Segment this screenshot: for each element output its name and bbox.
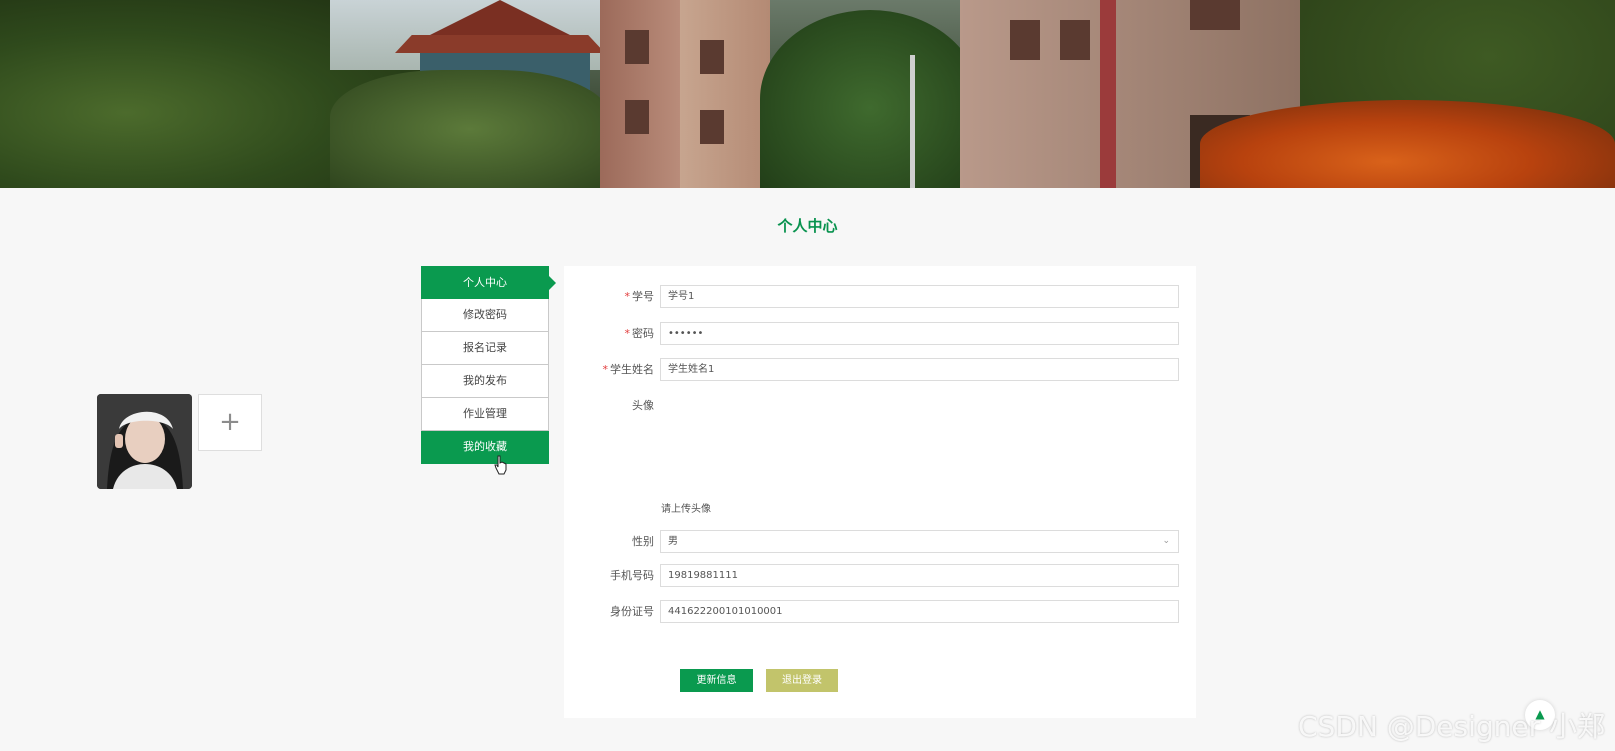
side-menu-item-label: 报名记录 <box>463 341 507 354</box>
side-menu-item-personal-center[interactable]: 个人中心 <box>421 266 556 299</box>
avatar-label: 头像 <box>632 399 654 412</box>
student-name-label: * 学生姓名 <box>602 363 655 376</box>
avatar-photo-icon <box>97 394 192 489</box>
form-row-password: * 密码 •••••• <box>564 322 1196 346</box>
side-menu-item-label: 个人中心 <box>463 276 507 289</box>
chevron-down-icon: ⌄ <box>1162 536 1170 546</box>
side-menu-item-change-password[interactable]: 修改密码 <box>421 299 549 332</box>
header-banner-image <box>0 0 1615 188</box>
avatar-preview-image[interactable] <box>97 394 192 489</box>
hand-pointer-cursor-icon <box>494 455 507 475</box>
side-menu-item-label: 作业管理 <box>463 407 507 420</box>
gender-label: 性别 <box>632 535 654 548</box>
side-menu-item-label: 我的发布 <box>463 374 507 387</box>
watermark-text: CSDN @Designer 小郑 <box>1298 710 1606 743</box>
plus-icon: + <box>219 407 241 437</box>
side-menu-item-label: 我的收藏 <box>463 440 507 453</box>
student-name-input[interactable]: 学生姓名1 <box>660 358 1179 381</box>
side-menu-item-registration-records[interactable]: 报名记录 <box>421 332 549 365</box>
form-row-id-card: 身份证号 441622200101010001 <box>564 600 1196 624</box>
update-info-button[interactable]: 更新信息 <box>680 669 753 692</box>
side-menu: 个人中心 修改密码 报名记录 我的发布 作业管理 我的收藏 <box>421 266 556 464</box>
id-card-input[interactable]: 441622200101010001 <box>660 600 1179 623</box>
form-row-avatar: 头像 <box>564 394 1196 418</box>
side-menu-item-label: 修改密码 <box>463 308 507 321</box>
gender-select-value: 男 <box>668 536 678 547</box>
avatar-upload-button[interactable]: + <box>198 394 262 451</box>
form-row-student-name: * 学生姓名 学生姓名1 <box>564 358 1196 382</box>
active-indicator-arrow <box>548 275 556 291</box>
form-row-phone: 手机号码 19819881111 <box>564 564 1196 588</box>
form-row-student-id: * 学号 学号1 <box>564 285 1196 309</box>
gender-select[interactable]: 男 ⌄ <box>660 530 1179 553</box>
logout-button[interactable]: 退出登录 <box>766 669 838 692</box>
password-label: * 密码 <box>624 327 655 340</box>
student-id-input[interactable]: 学号1 <box>660 285 1179 308</box>
side-menu-item-my-favorites[interactable]: 我的收藏 <box>421 431 549 464</box>
form-row-gender: 性别 男 ⌄ <box>564 530 1196 554</box>
password-input[interactable]: •••••• <box>660 322 1179 345</box>
phone-label: 手机号码 <box>610 569 654 582</box>
phone-input[interactable]: 19819881111 <box>660 564 1179 587</box>
student-id-label: * 学号 <box>624 290 655 303</box>
side-menu-item-homework-management[interactable]: 作业管理 <box>421 398 549 431</box>
profile-form-panel: * 学号 学号1 * 密码 •••••• * 学生姓名 学生姓名1 头像 性别 男 ⌄… <box>564 266 1196 718</box>
id-card-label: 身份证号 <box>610 605 654 618</box>
page-title: 个人中心 <box>777 217 838 235</box>
side-menu-item-my-posts[interactable]: 我的发布 <box>421 365 549 398</box>
avatar-upload-hint: 请上传头像 <box>661 504 711 515</box>
